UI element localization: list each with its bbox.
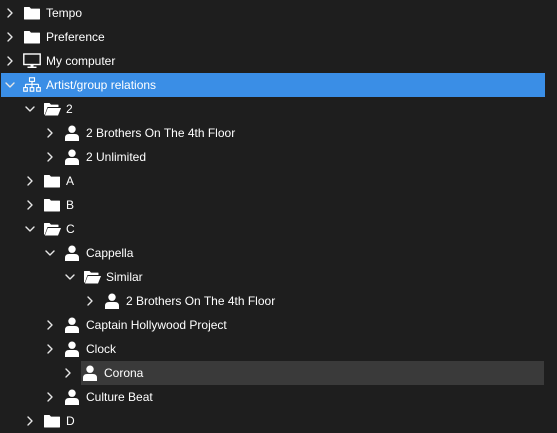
tree-row[interactable]: Preference xyxy=(0,25,544,49)
folder-open-icon xyxy=(43,217,61,241)
tree-row[interactable]: A xyxy=(0,169,544,193)
tree-row[interactable]: Captain Hollywood Project xyxy=(0,313,544,337)
chevron-right-icon[interactable] xyxy=(21,409,39,433)
person-icon xyxy=(63,121,81,145)
folder-icon xyxy=(43,409,61,433)
tree-row[interactable]: 2 Unlimited xyxy=(0,145,544,169)
tree-item-label: D xyxy=(66,414,75,428)
folder-icon xyxy=(43,169,61,193)
chevron-right-icon[interactable] xyxy=(59,361,77,385)
tree-row[interactable]: Clock xyxy=(0,337,544,361)
chevron-down-icon[interactable] xyxy=(41,241,59,265)
chevron-right-icon[interactable] xyxy=(1,25,19,49)
tree-row[interactable]: 2 Brothers On The 4th Floor xyxy=(0,289,544,313)
tree-item-label: My computer xyxy=(46,54,116,68)
person-icon xyxy=(63,337,81,361)
person-icon xyxy=(63,385,81,409)
tree-item-label: Cappella xyxy=(86,246,134,260)
tree-row[interactable]: 2 Brothers On The 4th Floor xyxy=(0,121,544,145)
tree-row[interactable]: D xyxy=(0,409,544,433)
chevron-right-icon[interactable] xyxy=(41,121,59,145)
tree-item-label: Tempo xyxy=(46,6,83,20)
tree-item-label: Culture Beat xyxy=(86,390,153,404)
person-icon xyxy=(63,313,81,337)
tree-row[interactable]: C xyxy=(0,217,544,241)
tree-item-label: 2 Unlimited xyxy=(86,150,147,164)
tree-row[interactable]: Tempo xyxy=(0,1,544,25)
chevron-right-icon[interactable] xyxy=(1,1,19,25)
folder-icon xyxy=(23,25,41,49)
chevron-right-icon[interactable] xyxy=(81,289,99,313)
tree-item-label: Artist/group relations xyxy=(46,78,157,92)
chevron-down-icon[interactable] xyxy=(21,217,39,241)
chevron-down-icon[interactable] xyxy=(1,73,19,97)
tree-item-label: 2 Brothers On The 4th Floor xyxy=(126,294,276,308)
folder-open-icon xyxy=(43,97,61,121)
tree-item-label: Captain Hollywood Project xyxy=(86,318,227,332)
tree-row[interactable]: 2 xyxy=(0,97,544,121)
chevron-right-icon[interactable] xyxy=(41,337,59,361)
tree-row[interactable]: Culture Beat xyxy=(0,385,544,409)
person-icon xyxy=(81,361,99,385)
tree-row[interactable]: B xyxy=(0,193,544,217)
person-icon xyxy=(103,289,121,313)
tree-item-label: Similar xyxy=(106,270,143,284)
tree-row[interactable]: My computer xyxy=(0,49,544,73)
tree-item-label: 2 xyxy=(66,102,73,116)
person-icon xyxy=(63,241,81,265)
chevron-right-icon[interactable] xyxy=(21,193,39,217)
chevron-right-icon[interactable] xyxy=(41,385,59,409)
tree-item-label: Preference xyxy=(46,30,105,44)
chevron-right-icon[interactable] xyxy=(1,49,19,73)
tree-item-label: 2 Brothers On The 4th Floor xyxy=(86,126,236,140)
chevron-right-icon[interactable] xyxy=(41,313,59,337)
tree-item-label: B xyxy=(66,198,75,212)
person-icon xyxy=(63,145,81,169)
tree-row[interactable]: Cappella xyxy=(0,241,544,265)
tree-item-label: Clock xyxy=(86,342,117,356)
chevron-down-icon[interactable] xyxy=(61,265,79,289)
tree-row[interactable]: Similar xyxy=(0,265,544,289)
folder-open-icon xyxy=(83,265,101,289)
folder-icon xyxy=(23,1,41,25)
chevron-right-icon[interactable] xyxy=(21,169,39,193)
chevron-down-icon[interactable] xyxy=(21,97,39,121)
tree-item-label: A xyxy=(66,174,75,188)
monitor-icon xyxy=(23,49,41,73)
tree-row[interactable]: Corona xyxy=(65,361,544,385)
tree-item-label: C xyxy=(66,222,75,236)
folder-icon xyxy=(43,193,61,217)
chevron-right-icon[interactable] xyxy=(41,145,59,169)
tree-item-label: Corona xyxy=(104,366,144,380)
hierarchy-icon xyxy=(23,73,41,97)
tree-row[interactable]: Artist/group relations xyxy=(1,73,545,97)
